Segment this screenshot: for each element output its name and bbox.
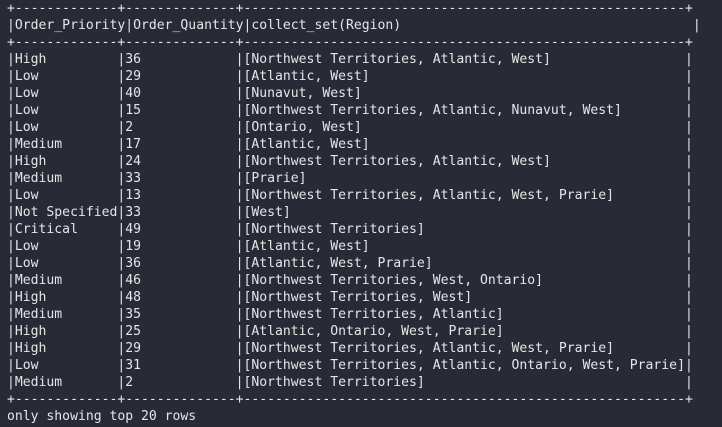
table-header-border: +-------------+--------------+----------… <box>7 35 693 50</box>
table-row: |Low |2 |[Ontario, West] | <box>7 120 693 135</box>
table-bottom-border: +-------------+--------------+----------… <box>7 392 693 407</box>
table-row: |High |24 |[Northwest Territories, Atlan… <box>7 154 693 169</box>
table-row: |High |36 |[Northwest Territories, Atlan… <box>7 52 693 67</box>
table-row: |Medium |35 |[Northwest Territories, Atl… <box>7 307 693 322</box>
table-header-row: |Order_Priority|Order_Quantity|collect_s… <box>7 18 701 33</box>
table-row: |Low |19 |[Atlantic, West] | <box>7 239 693 254</box>
terminal-output: +-------------+--------------+----------… <box>0 0 722 427</box>
table-top-border: +-------------+--------------+----------… <box>7 1 693 16</box>
table-row: |Low |31 |[Northwest Territories, Atlant… <box>7 358 693 373</box>
table-row: |High |48 |[Northwest Territories, West]… <box>7 290 693 305</box>
table-row: |Low |13 |[Northwest Territories, Atlant… <box>7 188 693 203</box>
table-row: |Low |15 |[Northwest Territories, Atlant… <box>7 103 693 118</box>
table-row: |High |25 |[Atlantic, Ontario, West, Pra… <box>7 324 693 339</box>
table-row: |Medium |46 |[Northwest Territories, Wes… <box>7 273 693 288</box>
footer-message: only showing top 20 rows <box>7 409 197 424</box>
table-row: |Low |29 |[Atlantic, West] | <box>7 69 693 84</box>
table-body: |High |36 |[Northwest Territories, Atlan… <box>7 51 722 391</box>
table-row: |Medium |2 |[Northwest Territories] | <box>7 375 693 390</box>
table-row: |Medium |33 |[Prarie] | <box>7 171 693 186</box>
table-row: |High |29 |[Northwest Territories, Atlan… <box>7 341 693 356</box>
table-row: |Low |40 |[Nunavut, West] | <box>7 86 693 101</box>
table-row: |Critical |49 |[Northwest Territories] | <box>7 222 693 237</box>
table-row: |Medium |17 |[Atlantic, West] | <box>7 137 693 152</box>
table-row: |Not Specified|33 |[West] | <box>7 205 693 220</box>
table-row: |Low |36 |[Atlantic, West, Prarie] | <box>7 256 693 271</box>
